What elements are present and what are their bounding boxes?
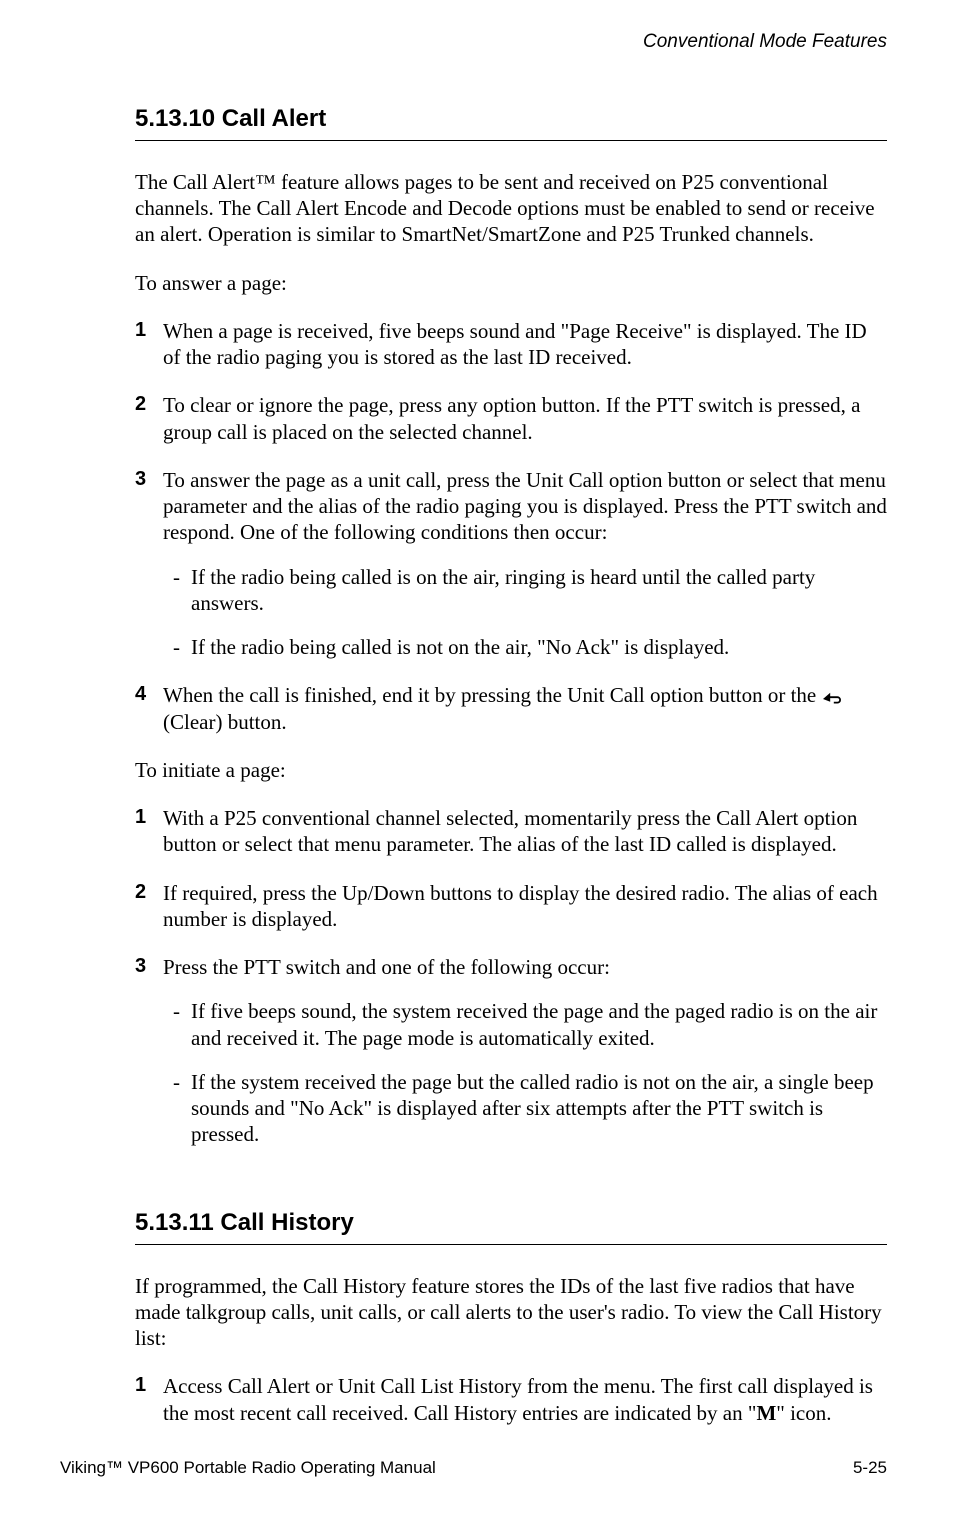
sub-list: If five beeps sound, the system received… xyxy=(163,998,887,1147)
sub-list: If the radio being called is on the air,… xyxy=(163,564,887,661)
section-title: Call Alert xyxy=(222,105,326,132)
item-text-post: (Clear) button. xyxy=(163,710,287,734)
section-number: 5.13.10 xyxy=(135,105,215,132)
item-number: 2 xyxy=(135,880,146,905)
section-call-history: 5.13.11 Call History If programmed, the … xyxy=(135,1208,887,1426)
item-text: To clear or ignore the page, press any o… xyxy=(163,393,860,443)
section-rule xyxy=(135,140,887,141)
chapter-header: Conventional Mode Features xyxy=(135,30,887,54)
section-heading: 5.13.10 Call Alert xyxy=(135,104,887,134)
sub-item: If the system received the page but the … xyxy=(173,1069,887,1148)
section-intro: The Call Alert™ feature allows pages to … xyxy=(135,169,887,248)
numbered-list: 1 When a page is received, five beeps so… xyxy=(135,318,887,735)
list-item: 3 Press the PTT switch and one of the fo… xyxy=(135,954,887,1148)
item-number: 3 xyxy=(135,467,146,492)
list-item: 1 With a P25 conventional channel select… xyxy=(135,805,887,858)
footer-left: Viking™ VP600 Portable Radio Operating M… xyxy=(60,1457,436,1478)
item-text: If required, press the Up/Down buttons t… xyxy=(163,881,878,931)
list-item: 1 When a page is received, five beeps so… xyxy=(135,318,887,371)
item-number: 3 xyxy=(135,954,146,979)
list-item: 2 To clear or ignore the page, press any… xyxy=(135,392,887,445)
bold-letter: M xyxy=(756,1401,776,1425)
item-text: With a P25 conventional channel selected… xyxy=(163,806,857,856)
list-item: 3 To answer the page as a unit call, pre… xyxy=(135,467,887,661)
numbered-list: 1 Access Call Alert or Unit Call List Hi… xyxy=(135,1373,887,1426)
group-lead: To initiate a page: xyxy=(135,757,887,783)
section-heading: 5.13.11 Call History xyxy=(135,1208,887,1238)
item-number: 1 xyxy=(135,1373,146,1398)
list-item: 2 If required, press the Up/Down buttons… xyxy=(135,880,887,933)
sub-item: If five beeps sound, the system received… xyxy=(173,998,887,1051)
item-number: 2 xyxy=(135,392,146,417)
numbered-list: 1 With a P25 conventional channel select… xyxy=(135,805,887,1148)
section-number: 5.13.11 xyxy=(135,1209,214,1236)
footer-right: 5-25 xyxy=(853,1457,887,1478)
item-number: 1 xyxy=(135,318,146,343)
section-call-alert: 5.13.10 Call Alert The Call Alert™ featu… xyxy=(135,104,887,1148)
item-text: Press the PTT switch and one of the foll… xyxy=(163,955,610,979)
item-number: 4 xyxy=(135,682,146,707)
item-text: When a page is received, five beeps soun… xyxy=(163,319,867,369)
item-text: To answer the page as a unit call, press… xyxy=(163,468,887,545)
item-number: 1 xyxy=(135,805,146,830)
section-rule xyxy=(135,1244,887,1245)
list-item: 1 Access Call Alert or Unit Call List Hi… xyxy=(135,1373,887,1426)
sub-item: If the radio being called is on the air,… xyxy=(173,564,887,617)
back-arrow-icon xyxy=(821,688,843,706)
page-footer: Viking™ VP600 Portable Radio Operating M… xyxy=(60,1457,887,1478)
sub-item: If the radio being called is not on the … xyxy=(173,634,887,660)
group-lead: To answer a page: xyxy=(135,270,887,296)
section-title: Call History xyxy=(220,1209,353,1236)
item-text-pre: When the call is finished, end it by pre… xyxy=(163,683,821,707)
section-intro: If programmed, the Call History feature … xyxy=(135,1273,887,1352)
item-text-post: " icon. xyxy=(776,1401,831,1425)
list-item: 4 When the call is finished, end it by p… xyxy=(135,682,887,735)
